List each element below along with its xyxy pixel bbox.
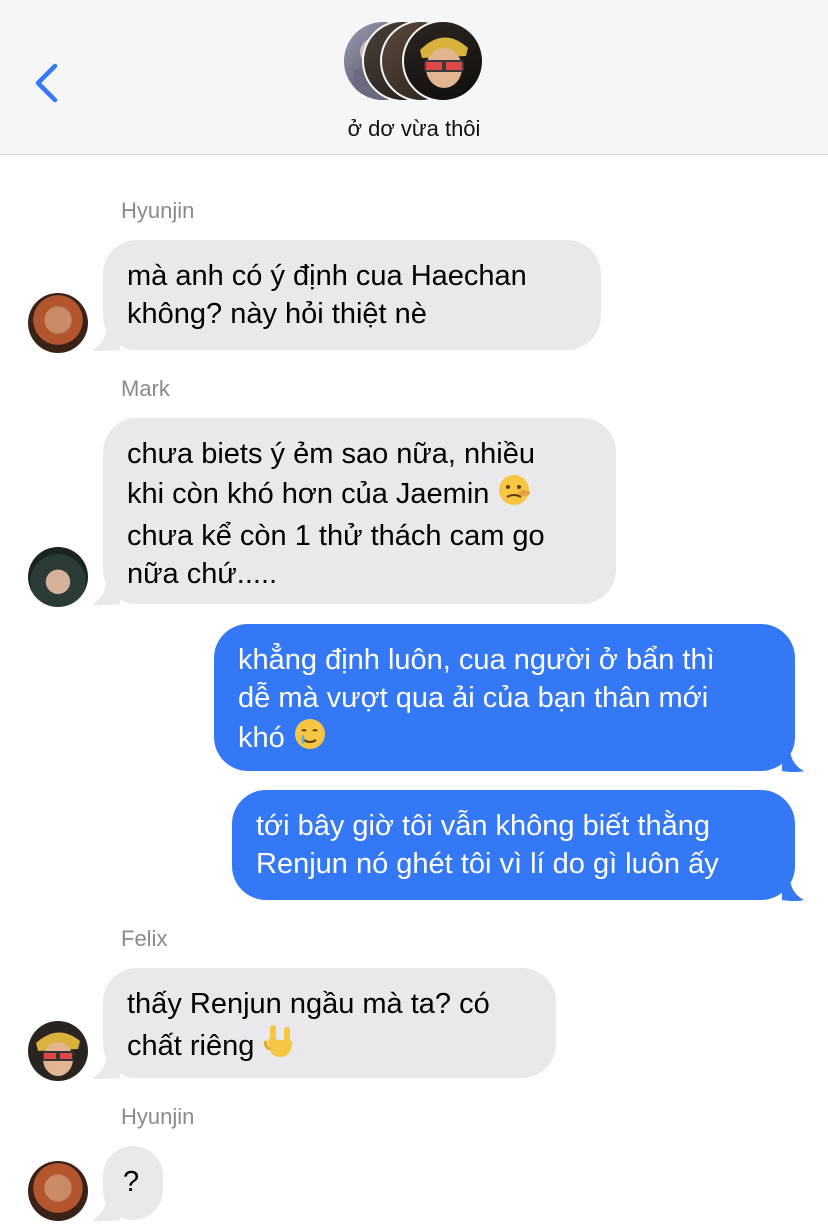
group-avatar-stack[interactable] — [342, 20, 487, 102]
avatar[interactable] — [28, 547, 88, 607]
sender-name: Hyunjin — [121, 198, 195, 223]
sender-name: Felix — [121, 926, 168, 951]
message-text-line: khẳng định luôn, cua người ở bẩn thì — [238, 644, 715, 676]
message-text-line: khi còn khó hơn của Jaemin — [127, 478, 490, 510]
lying-face-emoji — [497, 473, 531, 517]
avatar[interactable] — [28, 1161, 88, 1221]
conversation-header: ở dơ vừa thôi — [0, 0, 828, 155]
crying-smile-emoji — [293, 717, 327, 761]
avatar — [402, 20, 484, 102]
message-text-line: thấy Renjun ngầu mà ta? có — [127, 988, 490, 1020]
message-text-line: dễ mà vượt qua ải của bạn thân mới — [238, 682, 709, 714]
message-text-line: ? — [123, 1166, 140, 1198]
back-button[interactable] — [28, 58, 68, 108]
avatar[interactable] — [28, 293, 88, 353]
avatar[interactable] — [28, 1021, 88, 1081]
bubble-tail — [92, 1058, 120, 1079]
chevron-left-icon — [35, 63, 58, 103]
sign-of-horns-emoji — [262, 1023, 296, 1069]
message-text-line: khó — [238, 722, 285, 754]
bubble-tail — [92, 1200, 120, 1221]
sender-name: Hyunjin — [121, 1104, 195, 1129]
message-text-line: không? này hỏi thiệt nè — [127, 298, 427, 330]
outgoing-message-bubble[interactable]: khẳng định luôn, cua người ở bẩn thì dễ … — [214, 624, 795, 771]
message-text-line: Renjun nó ghét tôi vì lí do gì luôn ấy — [256, 848, 719, 880]
incoming-message-bubble[interactable]: chưa biets ý ẻm sao nữa, nhiều khi còn k… — [103, 418, 616, 604]
message-text-line: nữa chứ..... — [127, 558, 278, 590]
incoming-message-bubble[interactable]: thấy Renjun ngầu mà ta? có chất riêng — [103, 968, 556, 1078]
group-name[interactable]: ở dơ vừa thôi — [0, 116, 828, 142]
bubble-tail — [92, 330, 120, 351]
message-text-line: tới bây giờ tôi vẫn không biết thằng — [256, 810, 710, 842]
message-text-line: chưa biets ý ẻm sao nữa, nhiều — [127, 438, 535, 470]
incoming-message-bubble[interactable]: mà anh có ý định cua Haechan không? này … — [103, 240, 601, 350]
message-text-line: chất riêng — [127, 1030, 255, 1062]
bubble-tail — [92, 584, 120, 605]
message-text-line: mà anh có ý định cua Haechan — [127, 260, 527, 292]
outgoing-message-bubble[interactable]: tới bây giờ tôi vẫn không biết thằng Ren… — [232, 790, 795, 900]
sender-name: Mark — [121, 376, 170, 401]
bubble-tail — [782, 880, 804, 901]
bubble-tail — [782, 751, 804, 772]
message-text-line: chưa kể còn 1 thử thách cam go — [127, 520, 545, 552]
